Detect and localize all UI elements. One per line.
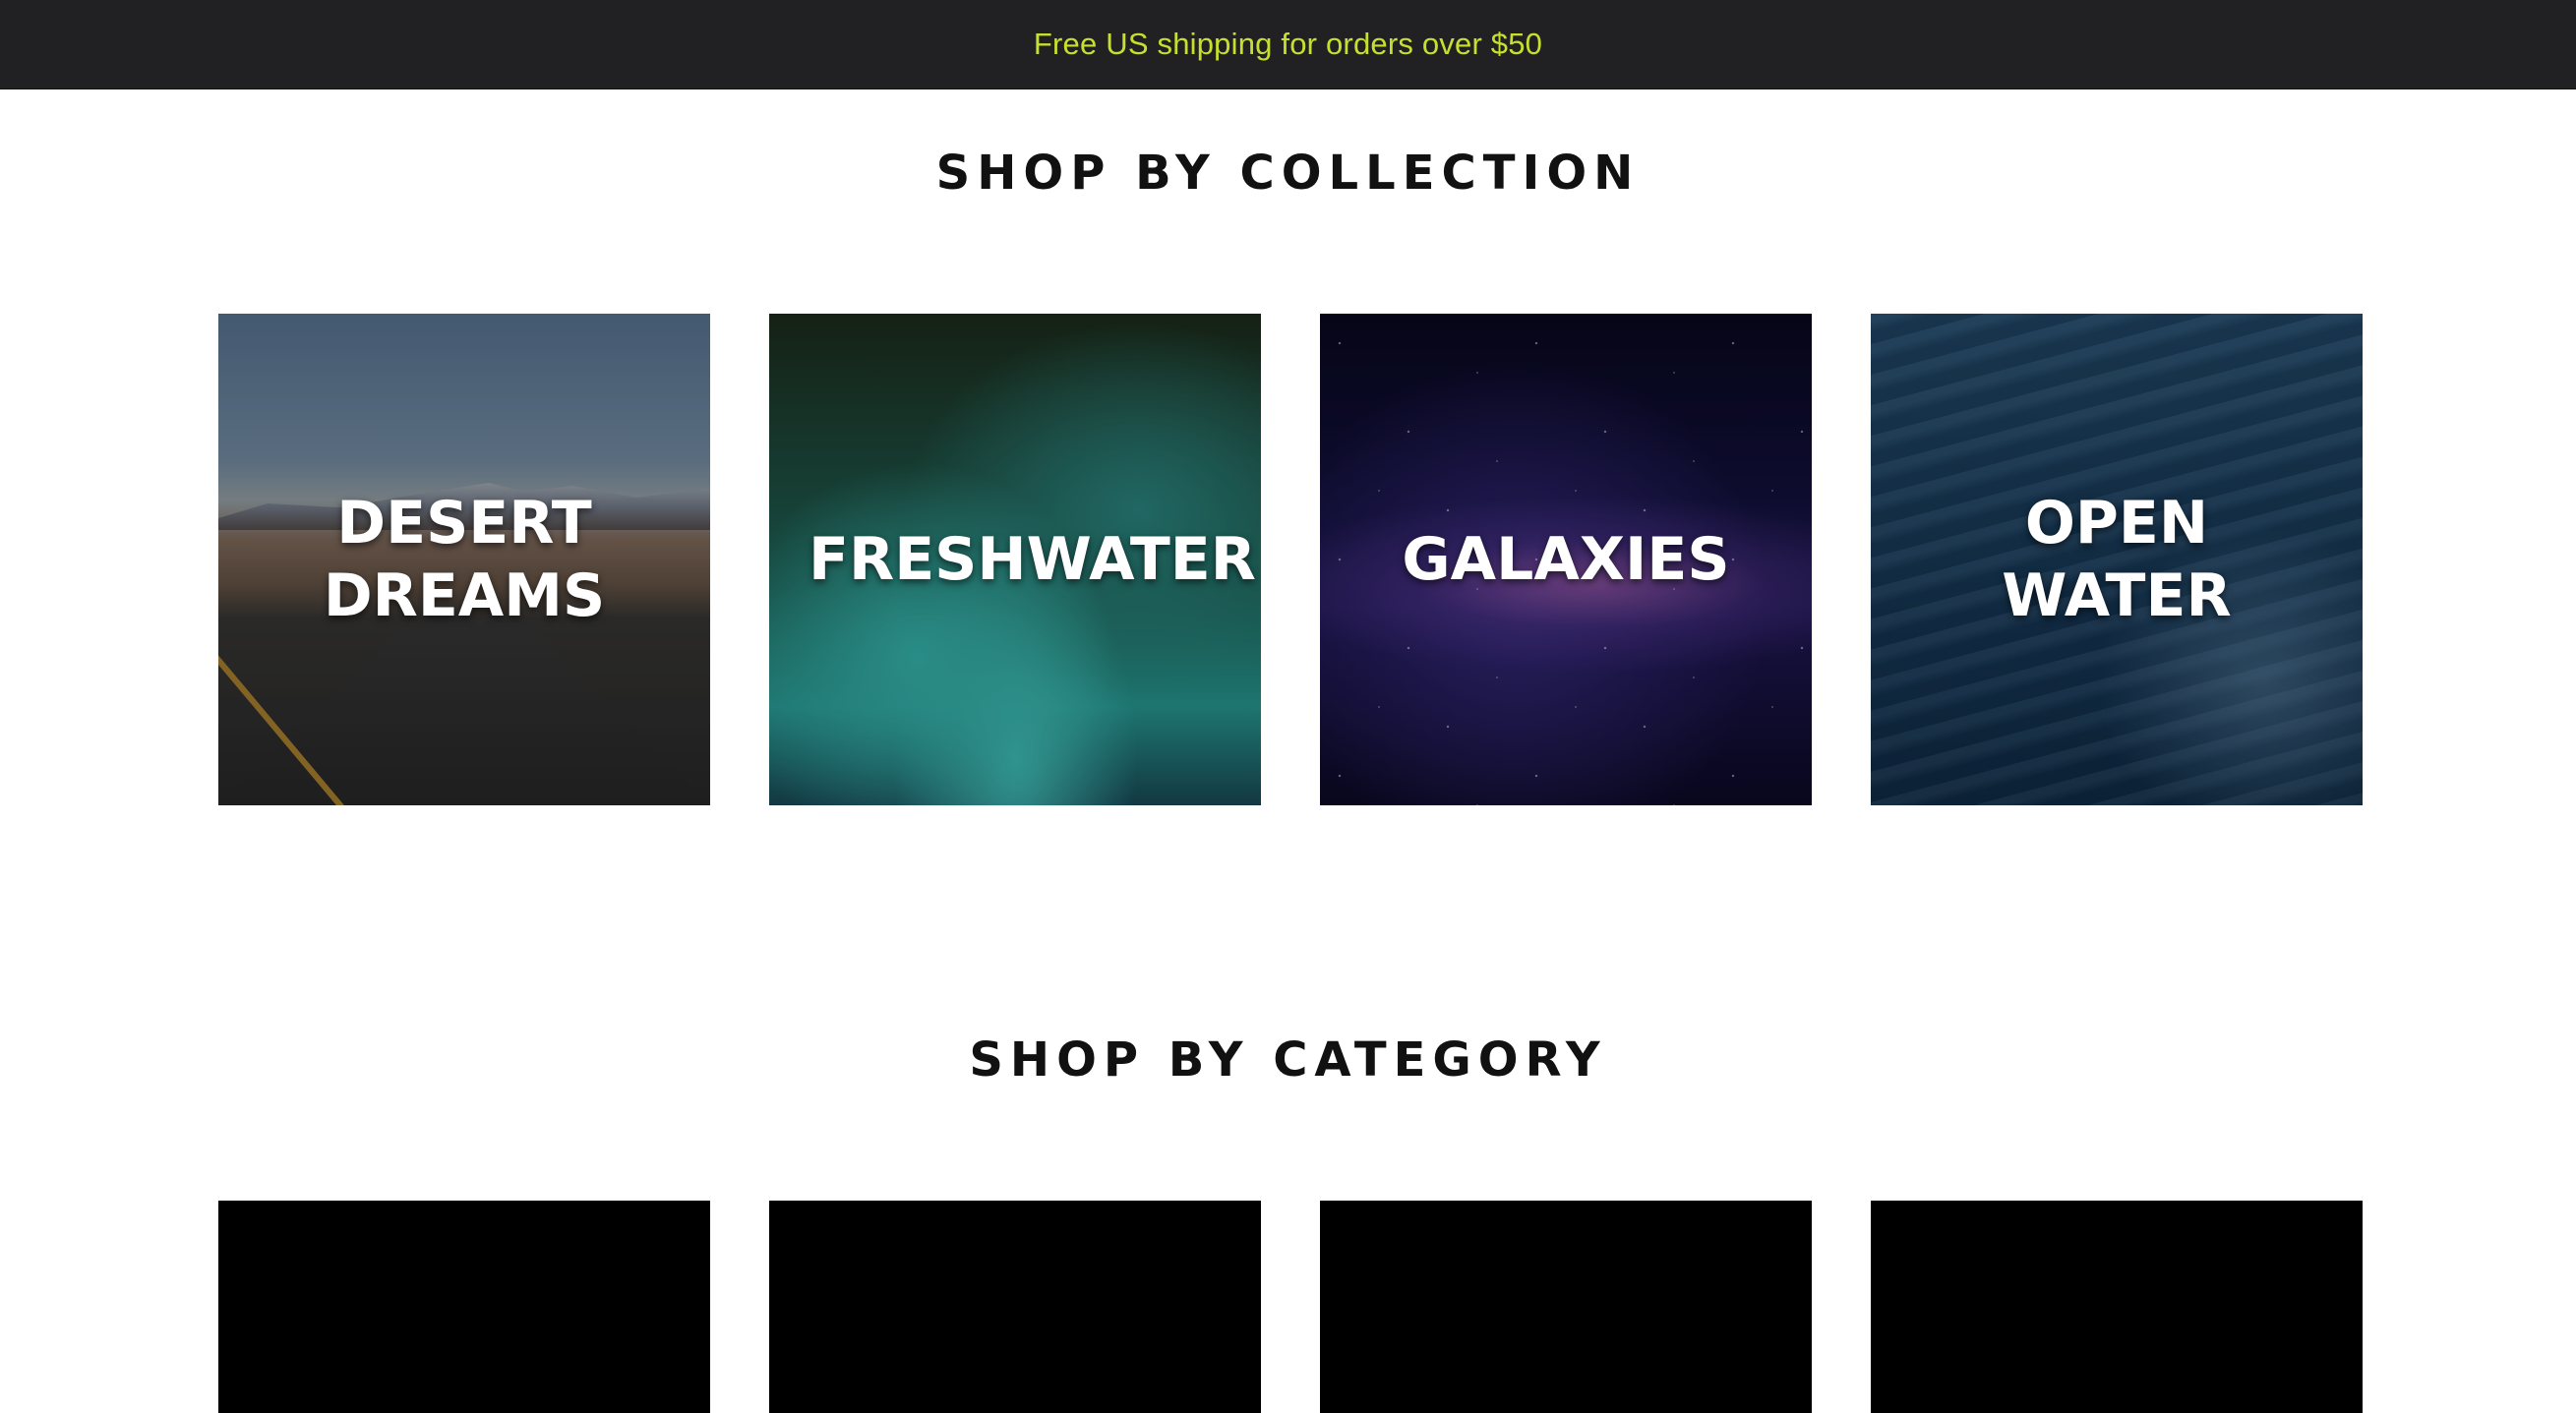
collection-label: GALAXIES [1402,525,1730,594]
collection-label: DESERT DREAMS [323,489,606,630]
category-tile[interactable] [218,1201,710,1413]
shop-by-collection-heading: SHOP BY COLLECTION [935,146,1641,201]
collection-tile-galaxies[interactable]: GALAXIES [1320,314,1812,805]
category-tile[interactable] [769,1201,1261,1413]
collection-tile-open-water[interactable]: OPEN WATER [1871,314,2363,805]
category-tile[interactable] [1320,1201,1812,1413]
category-grid [218,1201,2363,1413]
category-tile[interactable] [1871,1201,2363,1413]
collection-tile-desert-dreams[interactable]: DESERT DREAMS [218,314,710,805]
collection-label: FRESHWATER [809,525,1256,594]
collection-label: OPEN WATER [2002,489,2232,630]
announcement-text: Free US shipping for orders over $50 [1033,27,1543,61]
collection-grid: DESERT DREAMS FRESHWATER GALAXIES OPEN W… [218,314,2363,805]
announcement-bar: Free US shipping for orders over $50 [0,0,2576,89]
shop-by-category-heading: SHOP BY CATEGORY [969,1032,1607,1088]
collection-tile-freshwater[interactable]: FRESHWATER [769,314,1261,805]
